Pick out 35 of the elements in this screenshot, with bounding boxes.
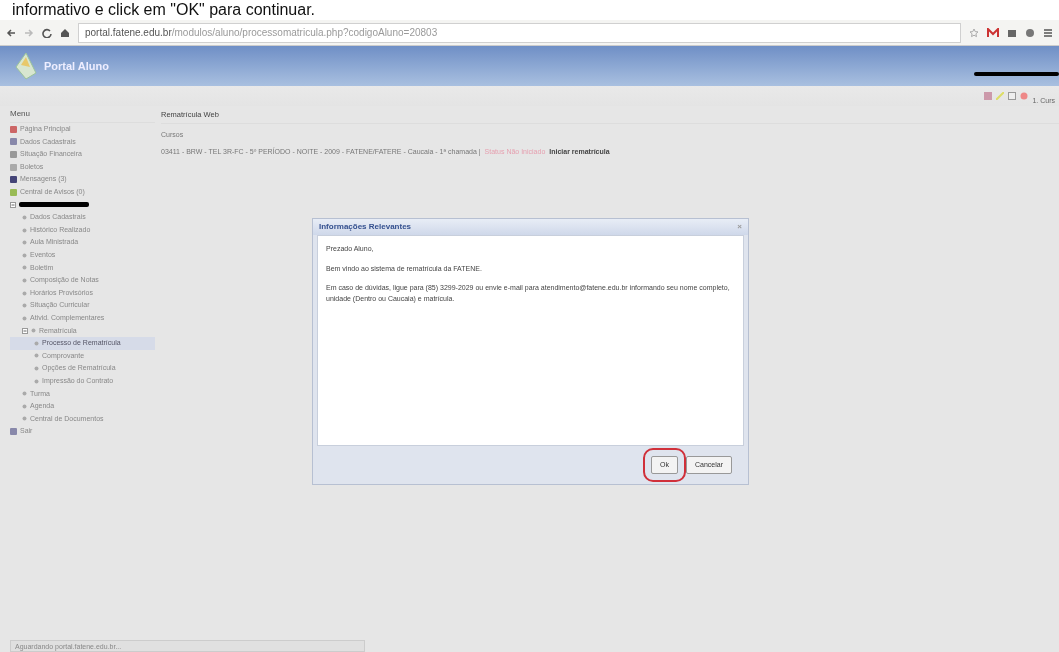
bullet-icon	[22, 240, 27, 246]
menu-icon[interactable]	[1043, 27, 1053, 38]
bullet-icon	[22, 290, 27, 296]
item-icon	[10, 428, 17, 436]
bullet-icon	[22, 227, 27, 233]
bullet-icon	[22, 403, 27, 409]
bullet-icon	[22, 303, 27, 309]
collapse-icon[interactable]	[10, 201, 16, 208]
bullet-icon	[22, 252, 27, 258]
bullet-icon	[34, 378, 39, 384]
dialog-title: Informações Relevantes	[319, 221, 412, 233]
bullet-icon	[31, 328, 36, 334]
reload-icon[interactable]	[42, 27, 52, 38]
bullet-icon	[34, 366, 39, 372]
bullet-icon	[22, 391, 27, 397]
bullet-icon	[22, 214, 27, 220]
logo-text: Portal Aluno	[44, 58, 109, 74]
bullet-icon	[34, 353, 39, 359]
power-icon[interactable]	[1020, 92, 1029, 100]
caption-text: informativo e click em "OK" para continuar.	[0, 0, 1059, 20]
bullet-icon	[22, 265, 27, 271]
star-icon[interactable]	[969, 27, 979, 38]
address-bar[interactable]: portal.fatene.edu.br/modulos/aluno/processomatricula.php?codigoAluno=20803	[78, 22, 961, 43]
back-icon[interactable]	[6, 27, 16, 38]
window-icon[interactable]	[1008, 92, 1017, 100]
forward-icon[interactable]	[24, 27, 34, 38]
redaction-bar	[19, 202, 89, 208]
bullet-icon	[34, 340, 39, 346]
bullet-icon	[22, 277, 27, 283]
bullet-icon	[22, 315, 27, 321]
sidebar-title: Menu	[10, 106, 155, 123]
close-button[interactable]: ×	[737, 221, 742, 233]
collapse-icon[interactable]	[22, 327, 28, 334]
mail-icon[interactable]	[987, 27, 999, 38]
bullet-icon	[22, 416, 27, 422]
